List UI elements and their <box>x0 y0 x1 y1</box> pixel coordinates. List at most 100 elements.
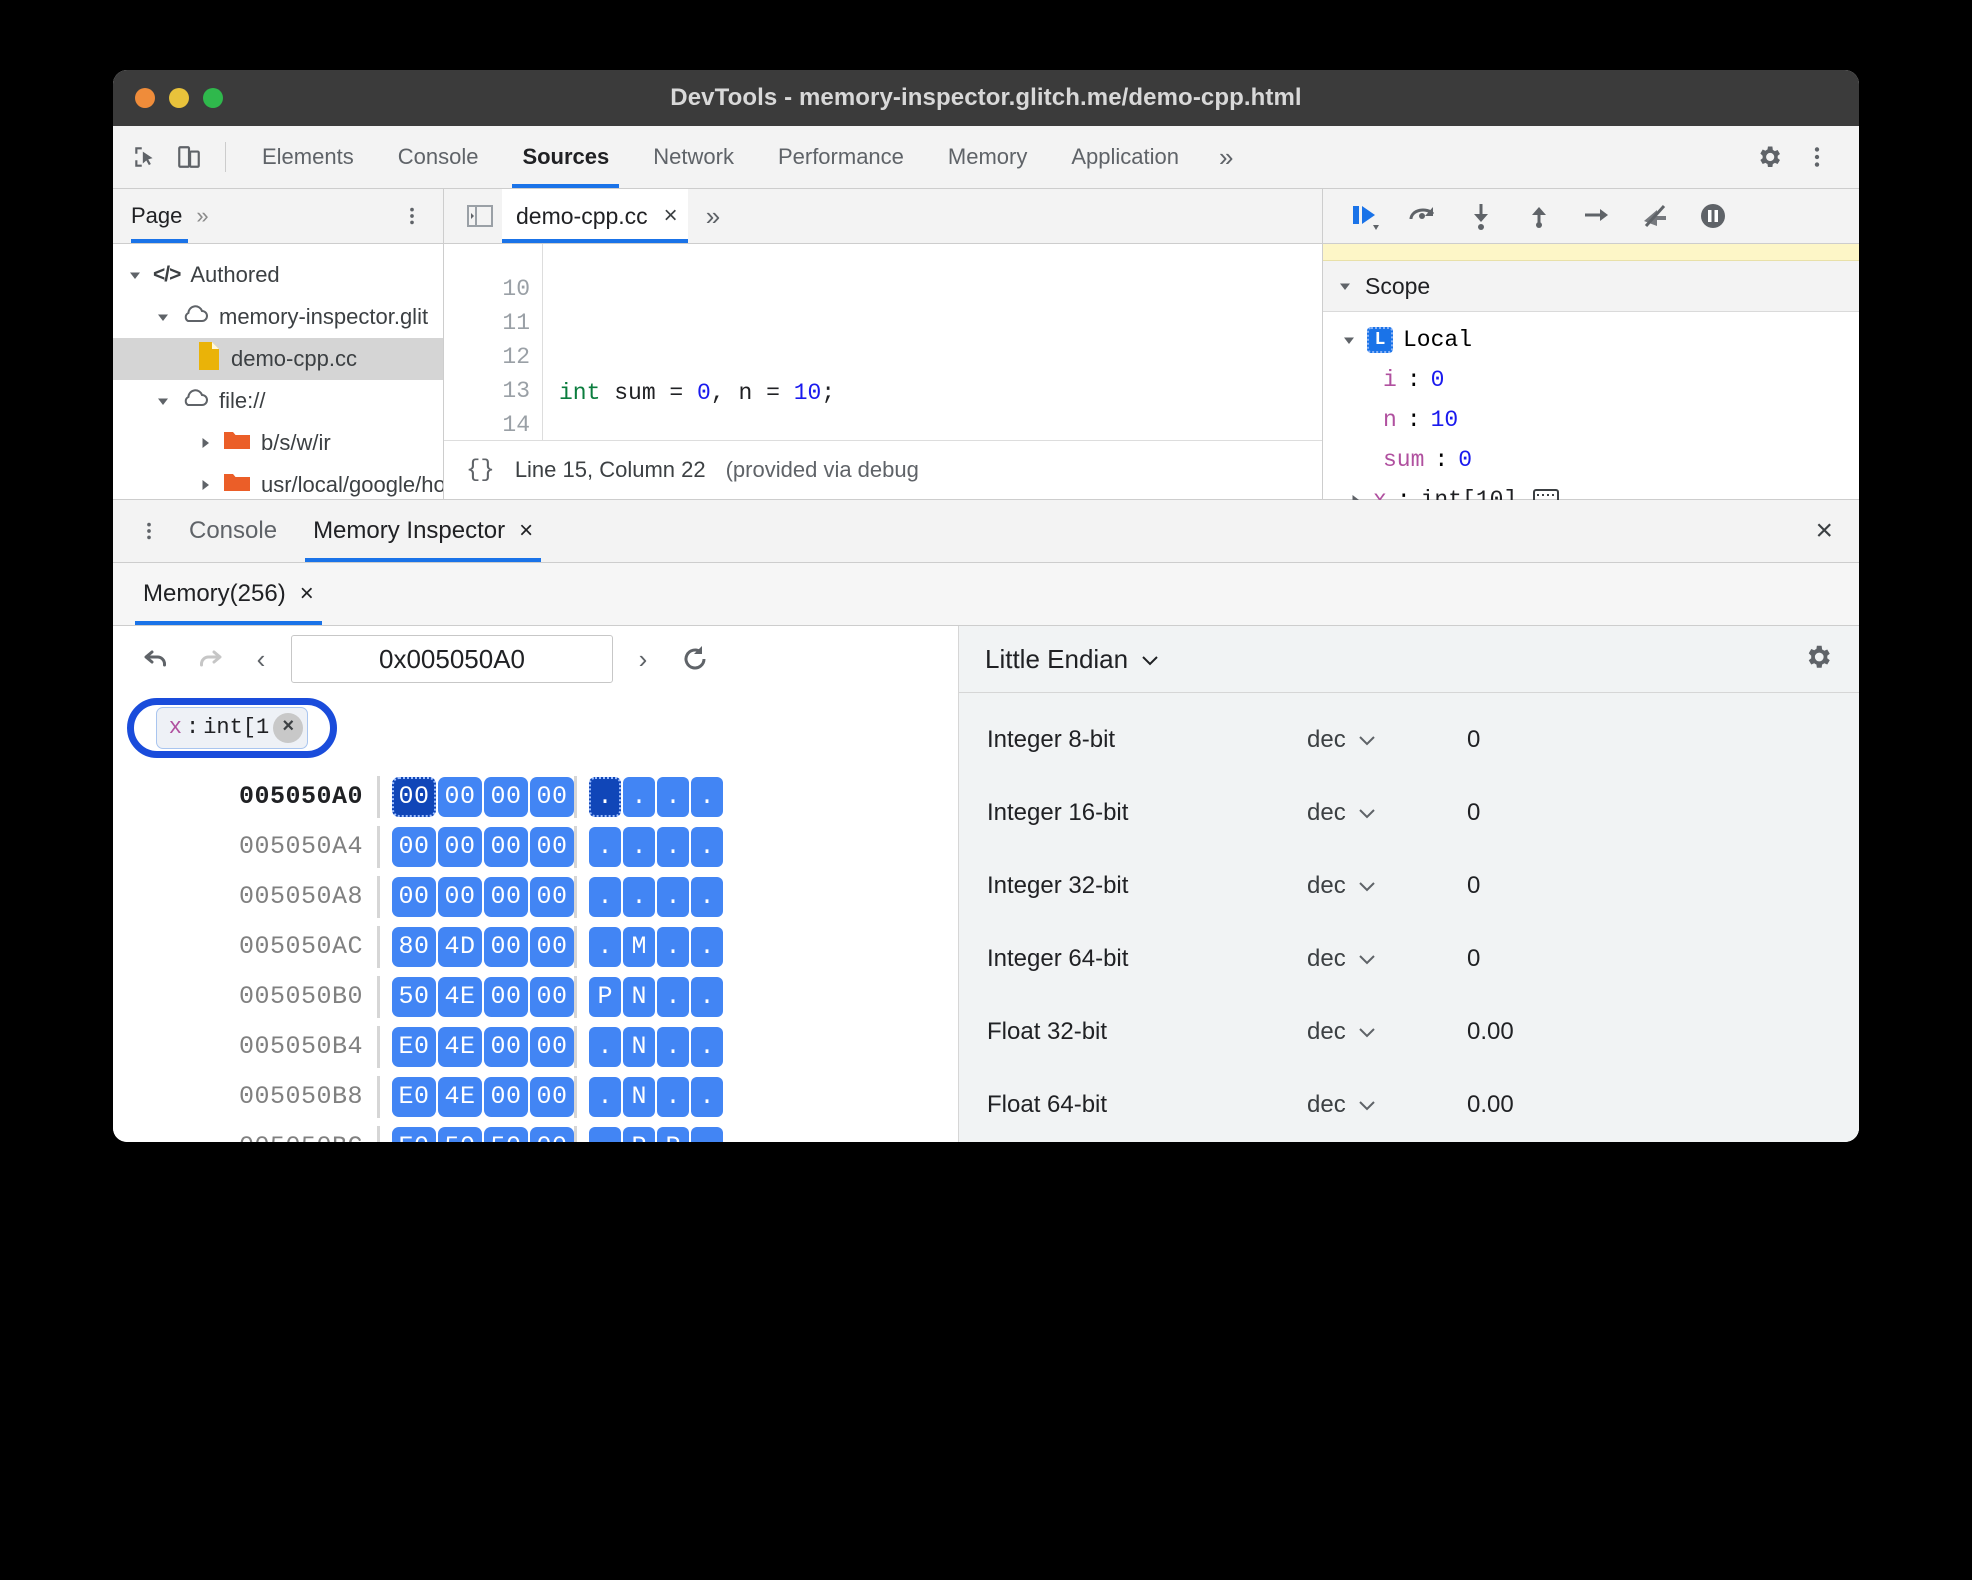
tab-application[interactable]: Application <box>1049 126 1201 188</box>
ascii-cell[interactable]: . <box>657 1026 689 1067</box>
ascii-cell[interactable]: . <box>691 776 723 817</box>
inspect-element-icon[interactable] <box>123 135 167 179</box>
close-drawer-icon[interactable]: × <box>1789 500 1859 562</box>
table-row[interactable]: 005050AC 80 4D 00 00 . M . . <box>113 922 958 972</box>
drawer-tab-console[interactable]: Console <box>171 500 295 562</box>
byte-cell[interactable]: 00 <box>484 776 528 817</box>
drawer-options-icon[interactable] <box>127 509 171 553</box>
ascii-cell[interactable]: . <box>589 876 621 917</box>
ascii-cell[interactable]: . <box>589 1126 621 1142</box>
tree-item-demo-cpp-cc[interactable]: demo-cpp.cc <box>113 338 443 380</box>
scope-variable-sum[interactable]: sum: 0 <box>1323 440 1859 480</box>
byte-cell[interactable]: 4E <box>438 1026 482 1067</box>
endianness-select[interactable]: Little Endian <box>985 644 1160 675</box>
byte-cell[interactable]: 00 <box>392 776 436 817</box>
table-row[interactable]: 005050BC E0 50 50 00 . P P . <box>113 1122 958 1142</box>
device-toolbar-icon[interactable] <box>167 135 211 179</box>
ascii-cell[interactable]: . <box>657 826 689 867</box>
byte-cell[interactable]: 00 <box>484 876 528 917</box>
ascii-cell[interactable]: . <box>623 776 655 817</box>
tab-page[interactable]: Page <box>131 189 196 243</box>
scope-variable-i[interactable]: i: 0 <box>1323 360 1859 400</box>
table-row[interactable]: 005050B8 E0 4E 00 00 . N . . <box>113 1072 958 1122</box>
ascii-cell[interactable]: . <box>691 1126 723 1142</box>
undo-icon[interactable] <box>135 637 179 681</box>
more-options-icon[interactable] <box>1795 135 1839 179</box>
table-row[interactable]: 005050A8 00 00 00 00 . . . . <box>113 872 958 922</box>
byte-cell[interactable]: 4E <box>438 976 482 1017</box>
scope-section-header[interactable]: Scope <box>1323 261 1859 312</box>
ascii-cell[interactable]: . <box>657 1076 689 1117</box>
memory-tab-256[interactable]: Memory(256) × <box>127 563 330 625</box>
byte-cell[interactable]: 00 <box>530 876 574 917</box>
value-mode-select[interactable]: dec <box>1307 1091 1467 1119</box>
table-row[interactable]: 005050A4 00 00 00 00 . . . . <box>113 822 958 872</box>
byte-cell[interactable]: 00 <box>484 826 528 867</box>
step-icon[interactable] <box>1573 194 1621 238</box>
step-into-icon[interactable] <box>1457 194 1505 238</box>
table-row[interactable]: 005050B0 50 4E 00 00 P N . . <box>113 972 958 1022</box>
ascii-cell[interactable]: . <box>691 926 723 967</box>
tree-item-usr-local-google-home[interactable]: usr/local/google/ho <box>113 464 443 499</box>
show-navigator-icon[interactable] <box>458 194 502 238</box>
value-mode-select[interactable]: dec <box>1307 799 1467 827</box>
value-mode-select[interactable]: dec <box>1307 945 1467 973</box>
byte-cell[interactable]: 00 <box>530 1026 574 1067</box>
close-icon[interactable]: × <box>273 712 304 743</box>
tree-item-file-scheme[interactable]: file:// <box>113 380 443 422</box>
byte-cell[interactable]: 4D <box>438 926 482 967</box>
ascii-cell[interactable]: . <box>691 1076 723 1117</box>
ascii-cell[interactable]: . <box>623 826 655 867</box>
ascii-cell[interactable]: . <box>691 976 723 1017</box>
byte-cell[interactable]: 00 <box>530 826 574 867</box>
byte-cell[interactable]: 00 <box>484 1026 528 1067</box>
drawer-tab-memory-inspector[interactable]: Memory Inspector × <box>295 500 551 562</box>
byte-cell[interactable]: 4E <box>438 1076 482 1117</box>
ascii-cell[interactable]: N <box>623 1076 655 1117</box>
scope-group-local[interactable]: L Local <box>1323 320 1859 360</box>
ascii-cell[interactable]: P <box>623 1126 655 1142</box>
value-mode-select[interactable]: dec <box>1307 1018 1467 1046</box>
byte-cell[interactable]: 50 <box>438 1126 482 1142</box>
navigator-more-icon[interactable]: » <box>196 203 208 229</box>
refresh-icon[interactable] <box>673 637 717 681</box>
tab-sources[interactable]: Sources <box>500 126 631 188</box>
byte-cell[interactable]: E0 <box>392 1076 436 1117</box>
ascii-cell[interactable]: . <box>589 1076 621 1117</box>
value-mode-select[interactable]: dec <box>1307 726 1467 754</box>
byte-cell[interactable]: 50 <box>392 976 436 1017</box>
ascii-cell[interactable]: . <box>623 876 655 917</box>
byte-cell[interactable]: 00 <box>392 876 436 917</box>
byte-cell[interactable]: 00 <box>530 976 574 1017</box>
ascii-cell[interactable]: . <box>691 1026 723 1067</box>
byte-cell[interactable]: 00 <box>484 1076 528 1117</box>
source-code[interactable]: int sum = 0, n = 10; int x[10]; /* initi… <box>543 244 1322 440</box>
byte-cell[interactable]: 00 <box>530 776 574 817</box>
tab-memory[interactable]: Memory <box>926 126 1049 188</box>
byte-cell[interactable]: 00 <box>530 926 574 967</box>
table-row[interactable]: 005050A0 00 00 00 00 . . . . <box>113 772 958 822</box>
scope-variable-n[interactable]: n: 10 <box>1323 400 1859 440</box>
zoom-window-button[interactable] <box>203 88 223 108</box>
ascii-cell[interactable]: M <box>623 926 655 967</box>
tree-item-memory-inspector-domain[interactable]: memory-inspector.glit <box>113 296 443 338</box>
byte-cell[interactable]: 00 <box>392 826 436 867</box>
close-window-button[interactable] <box>135 88 155 108</box>
editor-tab-demo-cpp-cc[interactable]: demo-cpp.cc × <box>502 189 688 243</box>
previous-page-icon[interactable]: ‹ <box>239 637 283 681</box>
ascii-cell[interactable]: . <box>657 876 689 917</box>
ascii-cell[interactable]: . <box>657 776 689 817</box>
deactivate-breakpoints-icon[interactable] <box>1631 194 1679 238</box>
byte-cell[interactable]: 00 <box>530 1126 574 1142</box>
ascii-cell[interactable]: N <box>623 1026 655 1067</box>
ascii-cell[interactable]: P <box>657 1126 689 1142</box>
minimize-window-button[interactable] <box>169 88 189 108</box>
tree-item-bswir[interactable]: b/s/w/ir <box>113 422 443 464</box>
next-page-icon[interactable]: › <box>621 637 665 681</box>
ascii-cell[interactable]: . <box>589 776 621 817</box>
table-row[interactable]: 005050B4 E0 4E 00 00 . N . . <box>113 1022 958 1072</box>
byte-cell[interactable]: 00 <box>484 976 528 1017</box>
ascii-cell[interactable]: . <box>589 1026 621 1067</box>
close-icon[interactable]: × <box>664 202 678 230</box>
byte-cell[interactable]: 00 <box>438 776 482 817</box>
